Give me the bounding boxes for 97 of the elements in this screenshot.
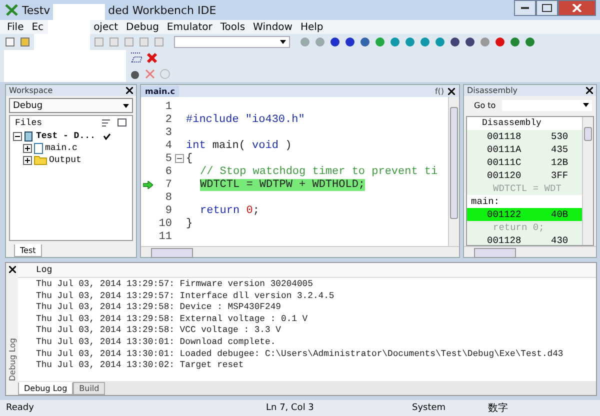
column-header: Disassembly (467, 117, 582, 130)
log-line: Thu Jul 03, 2014 13:30:01: Download complete. (36, 336, 277, 349)
line-number: 1 (164, 100, 172, 112)
code-text: // Stop watchdog timer to prevent ti (200, 166, 438, 178)
horizontal-scrollbar[interactable] (141, 246, 459, 257)
minimize-button[interactable] (514, 0, 536, 16)
file-icon (34, 142, 43, 154)
code-label: main: (467, 195, 582, 208)
close-icon[interactable] (586, 87, 593, 94)
column-header: Log (18, 263, 596, 278)
mode-indicator: System (412, 403, 447, 413)
line-number: 11 (158, 230, 172, 242)
code-text: } (186, 218, 193, 230)
code-text: int main( void ) (186, 140, 292, 152)
tree-item[interactable]: main.c (45, 143, 78, 153)
caret-icon (123, 104, 129, 108)
log-line: Thu Jul 03, 2014 13:29:58: External voltage : 0.1 V (36, 314, 309, 326)
delete-icon[interactable] (146, 52, 158, 64)
tree-item[interactable]: Test - D... (36, 131, 96, 141)
close-icon[interactable] (8, 266, 16, 273)
goto-field[interactable] (502, 100, 592, 110)
disassembly-row[interactable]: 001118 530 (467, 130, 582, 143)
maximize-icon (542, 4, 552, 12)
maximize-button[interactable] (536, 0, 558, 16)
code-text: WDTCTL = WDTPW + WDTHOLD; (200, 178, 366, 190)
close-button[interactable] (558, 0, 596, 16)
panel-tab[interactable]: Debug Log (18, 382, 74, 395)
horizontal-scrollbar[interactable] (464, 246, 596, 257)
menu-item[interactable]: Tools (216, 22, 250, 32)
line-number: 4 (164, 140, 172, 152)
fold-icon[interactable] (174, 154, 184, 163)
disassembly-row[interactable]: 001120 3FF (467, 169, 582, 182)
line-number: 2 (164, 114, 172, 126)
cursor-position: Ln 7, Col 3 (266, 403, 315, 413)
line-number: 8 (164, 192, 172, 204)
goto-label: Go to (474, 100, 496, 110)
folder-icon (34, 155, 47, 165)
status-message: Ready (5, 403, 35, 413)
close-icon[interactable] (126, 87, 133, 94)
configuration-dropdown[interactable]: Debug (9, 98, 133, 113)
disassembly-row[interactable]: 001122 40B (467, 208, 582, 221)
redaction-block (53, 4, 106, 20)
vertical-scrollbar[interactable] (448, 97, 459, 246)
editor-tab[interactable]: main.c (141, 86, 179, 96)
code-text: { (186, 152, 193, 164)
panel-tab[interactable]: Build (73, 382, 106, 395)
expand-icon[interactable] (23, 144, 32, 152)
panel-tab[interactable]: Test (14, 244, 42, 257)
line-number: 6 (164, 166, 172, 178)
disassembly-row[interactable]: 001128 430 (467, 234, 582, 245)
menu-item[interactable]: Emulator (162, 22, 216, 32)
function-menu[interactable]: f() (434, 86, 444, 96)
menu-item[interactable]: oject (90, 22, 122, 32)
input-indicator: 数字 (488, 402, 509, 415)
close-icon (572, 4, 582, 12)
search-combo[interactable] (174, 36, 290, 48)
app-icon (5, 3, 19, 17)
log-line: Thu Jul 03, 2014 13:29:57: Firmware version 30204005 (36, 279, 314, 291)
line-number: 7 (164, 178, 172, 190)
menu-item[interactable]: Help (296, 22, 328, 32)
line-number: 5 (164, 152, 172, 164)
window-title: ded Workbench IDE (108, 4, 216, 16)
line-number: 10 (158, 218, 172, 230)
menu-item[interactable]: Debug (122, 22, 163, 32)
vertical-scrollbar[interactable] (582, 117, 593, 245)
tree-item[interactable]: Output (49, 155, 82, 165)
column-header: Files (15, 118, 42, 128)
panel-title: Workspace (9, 86, 53, 95)
line-number: 9 (164, 204, 172, 216)
window-title: Testv (22, 4, 50, 16)
dotted-box-icon[interactable] (129, 52, 143, 64)
minimize-icon (521, 7, 529, 9)
code-text: return 0; (200, 204, 260, 216)
caret-icon (280, 40, 286, 44)
menu-item[interactable]: File (3, 22, 28, 32)
log-line: Thu Jul 03, 2014 13:30:01: Loaded debugee: C:\Users\Administrator\Documents\Test\Debug\Exe\Test.d43 (36, 348, 564, 360)
source-line: return 0; (492, 221, 546, 234)
panel-title: Disassembly (467, 86, 518, 95)
project-icon (24, 130, 34, 142)
line-number: 3 (164, 126, 172, 138)
close-icon[interactable] (448, 88, 455, 94)
menu-item[interactable]: Window (249, 22, 296, 32)
source-line: WDTCTL = WDT (492, 182, 562, 195)
log-line: Thu Jul 03, 2014 13:29:57: Interface dll version 3.2.4.5 (36, 290, 336, 302)
log-line: Thu Jul 03, 2014 13:29:58: Device : MSP430F249 (36, 302, 282, 314)
expand-icon[interactable] (23, 156, 32, 164)
code-text: #include "io430.h" (186, 114, 305, 126)
panel-title: Debug Log (8, 338, 16, 381)
log-line: Thu Jul 03, 2014 13:30:02: Target reset (36, 360, 245, 372)
caret-icon (583, 103, 589, 107)
disassembly-row[interactable]: 00111C 12B (467, 156, 582, 169)
options-icon[interactable] (117, 118, 127, 128)
menu-item[interactable]: Ec (28, 22, 48, 32)
disassembly-row[interactable]: 00111A 435 (467, 143, 582, 156)
collapse-icon[interactable] (13, 132, 22, 140)
log-line: Thu Jul 03, 2014 13:29:58: VCC voltage : 3.3 V (36, 325, 282, 337)
sort-icon[interactable] (101, 118, 111, 128)
